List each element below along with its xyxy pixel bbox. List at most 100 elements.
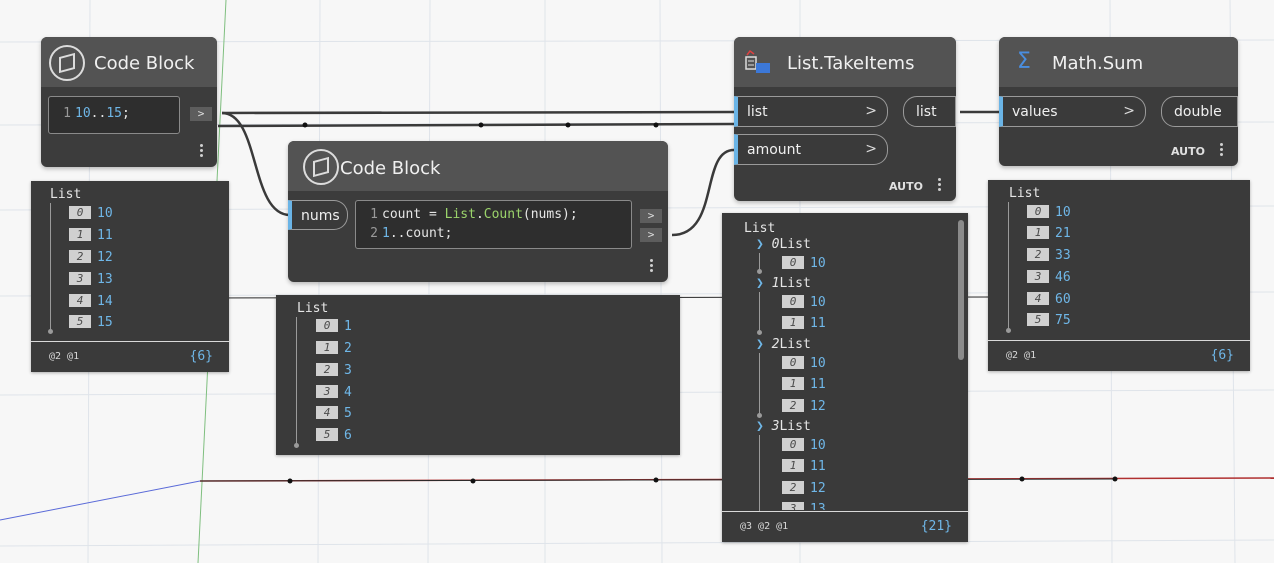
item-count: {6} — [189, 349, 213, 364]
sublist-header[interactable]: ❯ 2List — [756, 337, 811, 352]
list-item: 56 — [316, 428, 352, 444]
watch-preview-mathsum[interactable]: List 0 10 1 21 2 33 3 46 4 60 5 75 @2 @1 {6} — [988, 180, 1250, 371]
chevron-right-icon: > — [865, 141, 877, 157]
code-line[interactable]: 1 count = List.Count(nums); — [360, 207, 578, 222]
list-item: 2 33 — [1027, 248, 1071, 264]
code-block-node-2[interactable]: Code Block nums 1 count = List.Count(nums… — [288, 141, 668, 282]
input-port-amount[interactable]: amount > — [734, 134, 888, 165]
tree-end-dot — [757, 413, 762, 418]
math-sum-node[interactable]: Σ Math.Sum values > double AUTO — [999, 37, 1238, 166]
list-levels[interactable]: @3 @2 @1 — [740, 521, 788, 532]
more-options-icon[interactable] — [1220, 141, 1224, 161]
input-port-list[interactable]: list > — [734, 96, 888, 127]
output-port-button[interactable]: > — [190, 107, 212, 121]
node-title: Code Block — [340, 158, 441, 179]
node-title: List.TakeItems — [787, 53, 915, 74]
code-line[interactable]: 1 10..15; — [53, 106, 130, 121]
list-item: 0 10 — [782, 438, 826, 454]
more-options-icon[interactable] — [650, 257, 654, 277]
list-takeitems-icon — [745, 49, 770, 73]
line-number: 1 — [370, 207, 378, 222]
node-title: Math.Sum — [1052, 53, 1144, 74]
lacing-label[interactable]: AUTO — [1171, 145, 1205, 158]
list-item: 3 46 — [1027, 270, 1071, 286]
output-port-double[interactable]: double — [1161, 96, 1238, 127]
code-editor[interactable]: 1 count = List.Count(nums); 2 1..count; — [355, 200, 632, 249]
code-editor[interactable]: 1 10..15; — [48, 96, 180, 134]
list-item: 45 — [316, 406, 352, 422]
list-item: 0 10 — [782, 295, 826, 311]
list-item: 4 60 — [1027, 292, 1071, 308]
list-item: 3 13 — [69, 272, 113, 288]
chevron-right-icon: ❯ — [756, 419, 764, 434]
sublist-header[interactable]: ❯ 3List — [756, 419, 811, 434]
code-block-icon — [49, 45, 85, 81]
tree-line — [296, 317, 297, 445]
list-item: 5 15 — [69, 315, 113, 331]
more-options-icon[interactable] — [938, 176, 942, 196]
tree-line — [759, 435, 760, 515]
item-count: {21} — [920, 519, 952, 534]
more-options-icon[interactable] — [200, 142, 204, 162]
preview-list-title: List — [297, 301, 329, 316]
list-levels[interactable]: @2 @1 — [49, 351, 79, 362]
output-port-list[interactable]: list — [903, 96, 956, 127]
list-item: 1 21 — [1027, 226, 1071, 242]
list-item: 1 11 — [782, 316, 826, 332]
list-item: 3 13 — [782, 502, 826, 510]
z-axis-line — [0, 480, 201, 521]
scrollbar[interactable] — [958, 220, 964, 360]
list-item: 1 11 — [782, 459, 826, 475]
lacing-label[interactable]: AUTO — [889, 180, 923, 193]
chevron-right-icon: ❯ — [756, 276, 764, 291]
preview-footer: @3 @2 @1 {21} — [722, 511, 968, 542]
list-item: 0 10 — [782, 356, 826, 372]
line-number: 2 — [370, 226, 378, 241]
list-item: 2 12 — [69, 250, 113, 266]
list-item: 2 12 — [782, 399, 826, 415]
list-item: 01 — [316, 319, 352, 335]
watch-preview-codeblock2[interactable]: List 01 12 23 34 45 56 — [276, 295, 680, 455]
output-port-button[interactable]: > — [640, 228, 662, 242]
preview-list-title: List — [744, 221, 776, 236]
sublist-header[interactable]: ❯ 1List — [756, 276, 811, 291]
list-item: 1 11 — [69, 228, 113, 244]
tree-end-dot — [294, 443, 299, 448]
chevron-right-icon: > — [865, 103, 877, 119]
tree-end-dot — [1006, 328, 1011, 333]
list-takeitems-node[interactable]: List.TakeItems list > amount > list AUTO — [734, 37, 956, 201]
code-line[interactable]: 2 1..count; — [360, 226, 452, 241]
list-item: 2 12 — [782, 481, 826, 497]
tree-line — [759, 292, 760, 332]
list-item: 0 10 — [1027, 205, 1071, 221]
code-block-icon — [303, 149, 339, 185]
tree-end-dot — [757, 330, 762, 335]
watch-preview-takeitems[interactable]: List ❯ 0List 0 10 ❯ 1List 0 10 1 11 ❯ 2List… — [722, 213, 968, 542]
list-item: 1 11 — [782, 377, 826, 393]
code-block-node[interactable]: Code Block 1 10..15; > — [41, 37, 217, 167]
list-item: 0 10 — [69, 206, 113, 222]
input-port-values[interactable]: values > — [999, 96, 1146, 127]
tree-line — [50, 203, 51, 331]
output-port-button[interactable]: > — [640, 209, 662, 223]
list-item: 23 — [316, 363, 352, 379]
list-item: 4 14 — [69, 294, 113, 310]
input-port-nums[interactable]: nums — [288, 200, 348, 230]
preview-footer: @2 @1 {6} — [988, 340, 1250, 371]
list-item: 34 — [316, 385, 352, 401]
chevron-right-icon: ❯ — [756, 237, 764, 252]
tree-end-dot — [757, 269, 762, 274]
watch-preview-codeblock1[interactable]: List 0 10 1 11 2 12 3 13 4 14 5 15 @2 @1 {6} — [31, 181, 229, 372]
list-levels[interactable]: @2 @1 — [1006, 350, 1036, 361]
sigma-icon: Σ — [1017, 49, 1031, 74]
chevron-right-icon: > — [1123, 103, 1135, 119]
chevron-right-icon: ❯ — [756, 337, 764, 352]
preview-list-title: List — [1009, 186, 1041, 201]
preview-list-title: List — [50, 187, 82, 202]
item-count: {6} — [1210, 348, 1234, 363]
tree-end-dot — [48, 329, 53, 334]
preview-footer: @2 @1 {6} — [31, 341, 229, 372]
list-item: 0 10 — [782, 256, 826, 272]
sublist-header[interactable]: ❯ 0List — [756, 237, 811, 252]
line-number: 1 — [63, 106, 71, 121]
